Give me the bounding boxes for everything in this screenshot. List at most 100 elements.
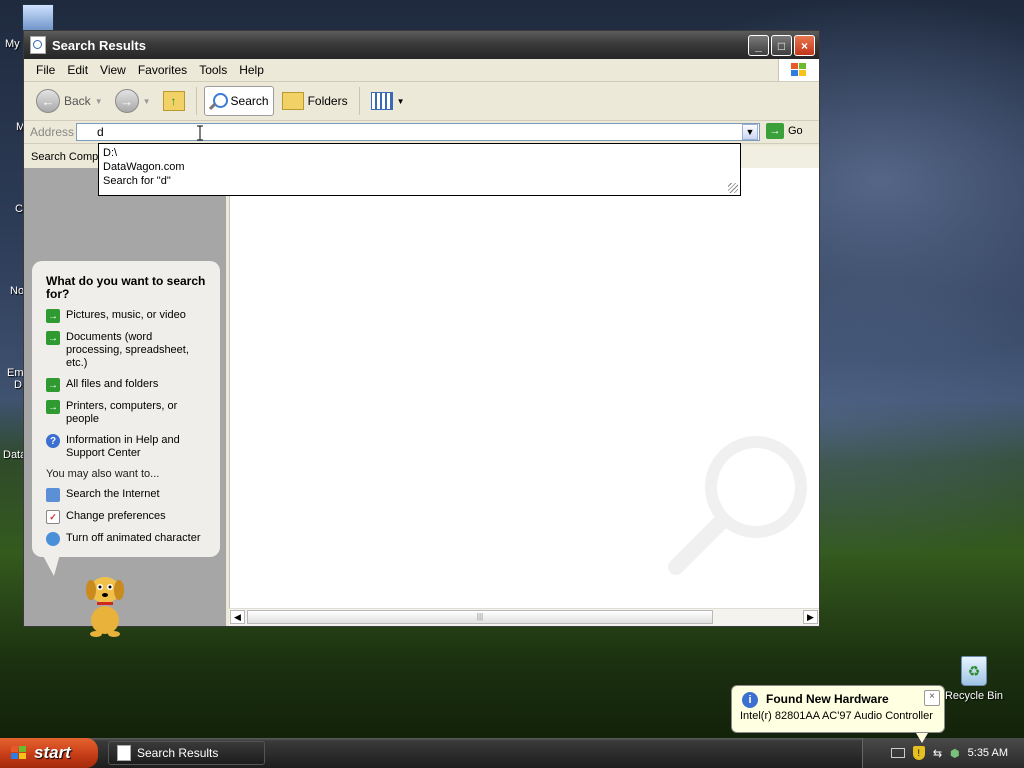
start-button[interactable]: start (0, 738, 98, 768)
option-documents[interactable]: → Documents (word processing, spreadshee… (46, 331, 210, 370)
search-label: Search (230, 94, 269, 108)
folders-icon (281, 92, 304, 110)
ibeam-cursor-icon (197, 125, 203, 141)
folders-button[interactable]: Folders (278, 86, 352, 116)
start-label: start (34, 743, 71, 762)
search-folder-icon (30, 36, 46, 54)
up-folder-button[interactable]: ↑ (159, 86, 189, 116)
search-companion-bubble: What do you want to search for? → Pictur… (32, 261, 220, 557)
menu-bar: File Edit View Favorites Tools Help (24, 59, 819, 82)
address-autocomplete-list: D:\ DataWagon.com Search for "d" (98, 143, 741, 196)
search-dog-character-icon[interactable] (80, 570, 130, 638)
search-internet-icon (46, 488, 60, 502)
views-button[interactable]: ▼ (367, 86, 409, 116)
folders-label: Folders (307, 94, 348, 108)
option-change-preferences-label: Change preferences (66, 510, 166, 522)
toolbar-separator (358, 87, 360, 115)
go-arrow-icon: → (766, 123, 784, 139)
close-button[interactable]: × (794, 35, 815, 56)
taskbar: start Search Results ! ⇆ ⬢ 5:35 AM (0, 738, 1024, 768)
address-dropdown-button[interactable]: ▼ (742, 124, 758, 140)
green-arrow-icon: → (46, 331, 60, 345)
option-search-internet-label: Search the Internet (66, 488, 160, 500)
system-tray: ! ⇆ ⬢ 5:35 AM (862, 738, 1024, 768)
magnifier-watermark-icon (668, 436, 807, 575)
suggestion-d-drive[interactable]: D:\ (103, 146, 736, 160)
horizontal-scrollbar[interactable]: ◀ ||| ▶ (229, 608, 819, 626)
balloon-close-button[interactable]: × (924, 690, 940, 706)
desktop-label-d: D (14, 379, 22, 391)
clock[interactable]: 5:35 AM (968, 747, 1008, 759)
resize-grip-icon[interactable] (728, 183, 738, 193)
maximize-button[interactable]: □ (771, 35, 792, 56)
menu-help[interactable]: Help (233, 63, 270, 77)
go-button[interactable]: → Go (766, 123, 803, 139)
search-icon (208, 92, 228, 111)
option-all-files-label: All files and folders (66, 378, 159, 390)
search-button[interactable]: Search (203, 86, 274, 116)
search-folder-icon (117, 745, 131, 761)
info-icon: i (742, 692, 758, 708)
back-button[interactable]: ← Back ▼ (32, 86, 107, 116)
globe-icon (46, 532, 60, 546)
option-printers[interactable]: → Printers, computers, or people (46, 400, 210, 426)
toolbar: ← Back ▼ → ▼ ↑ Search Folders ▼ (24, 82, 819, 121)
option-search-internet[interactable]: Search the Internet (46, 488, 210, 502)
network-icon[interactable]: ⇆ (933, 747, 942, 760)
back-dropdown-icon[interactable]: ▼ (95, 97, 103, 106)
address-input[interactable]: d (76, 123, 760, 141)
keyboard-icon[interactable] (890, 748, 905, 758)
security-shield-icon[interactable]: ! (912, 746, 925, 760)
menu-file[interactable]: File (30, 63, 61, 77)
views-grid-icon (370, 92, 393, 110)
option-help[interactable]: ? Information in Help and Support Center (46, 434, 210, 460)
option-turn-off-character-label: Turn off animated character (66, 532, 201, 544)
menu-edit[interactable]: Edit (61, 63, 94, 77)
scroll-right-button[interactable]: ▶ (803, 610, 818, 624)
preferences-icon: ✓ (46, 510, 60, 524)
bubble-tail (42, 554, 64, 576)
green-arrow-icon: → (46, 400, 60, 414)
title-bar[interactable]: Search Results _ □ × (24, 31, 819, 59)
balloon-tail (916, 733, 928, 743)
scroll-thumb[interactable]: ||| (247, 610, 713, 624)
menu-favorites[interactable]: Favorites (132, 63, 193, 77)
content-area: Search Compa What do you want to search … (24, 146, 819, 637)
menu-tools[interactable]: Tools (193, 63, 233, 77)
suggestion-search-for-d[interactable]: Search for "d" (103, 174, 736, 188)
address-label: Address (30, 125, 75, 139)
green-arrow-icon: → (46, 378, 60, 392)
search-companion-pane: What do you want to search for? → Pictur… (24, 168, 226, 637)
toolbar-separator (195, 87, 197, 115)
minimize-button[interactable]: _ (748, 35, 769, 56)
search-results-window: Search Results _ □ × File Edit View Favo… (23, 30, 820, 637)
balloon-message: Intel(r) 82801AA AC'97 Audio Controller (740, 710, 933, 722)
recycle-bin-label: Recycle Bin (944, 690, 1004, 702)
balloon-title: Found New Hardware (766, 692, 889, 706)
hardware-icon[interactable]: ⬢ (950, 747, 960, 760)
search-question: What do you want to search for? (46, 274, 206, 301)
results-pane[interactable] (229, 168, 819, 608)
option-pictures[interactable]: → Pictures, music, or video (46, 309, 210, 323)
suggestion-datawagon[interactable]: DataWagon.com (103, 160, 736, 174)
desktop-label-c: C (15, 203, 23, 215)
windows-logo-icon (778, 59, 819, 81)
option-change-preferences[interactable]: ✓ Change preferences (46, 510, 210, 524)
windows-flag-icon (11, 746, 26, 759)
found-new-hardware-balloon[interactable]: i Found New Hardware × Intel(r) 82801AA … (731, 685, 945, 733)
desktop-icon-recycle-bin[interactable]: ♻ Recycle Bin (944, 656, 1004, 702)
menu-view[interactable]: View (94, 63, 132, 77)
views-dropdown-icon: ▼ (396, 96, 405, 106)
up-folder-icon: ↑ (162, 91, 185, 111)
option-help-label: Information in Help and Support Center (66, 434, 180, 459)
desktop-label-em: Em (7, 367, 24, 379)
taskbar-button-search-results[interactable]: Search Results (108, 741, 265, 765)
forward-button[interactable]: → ▼ (111, 86, 155, 116)
scroll-left-button[interactable]: ◀ (230, 610, 245, 624)
recycle-bin-icon: ♻ (961, 656, 987, 686)
option-all-files[interactable]: → All files and folders (46, 378, 210, 392)
taskbar-button-label: Search Results (137, 746, 219, 760)
option-turn-off-character[interactable]: Turn off animated character (46, 532, 210, 546)
forward-dropdown-icon[interactable]: ▼ (143, 97, 151, 106)
window-title: Search Results (52, 37, 146, 53)
